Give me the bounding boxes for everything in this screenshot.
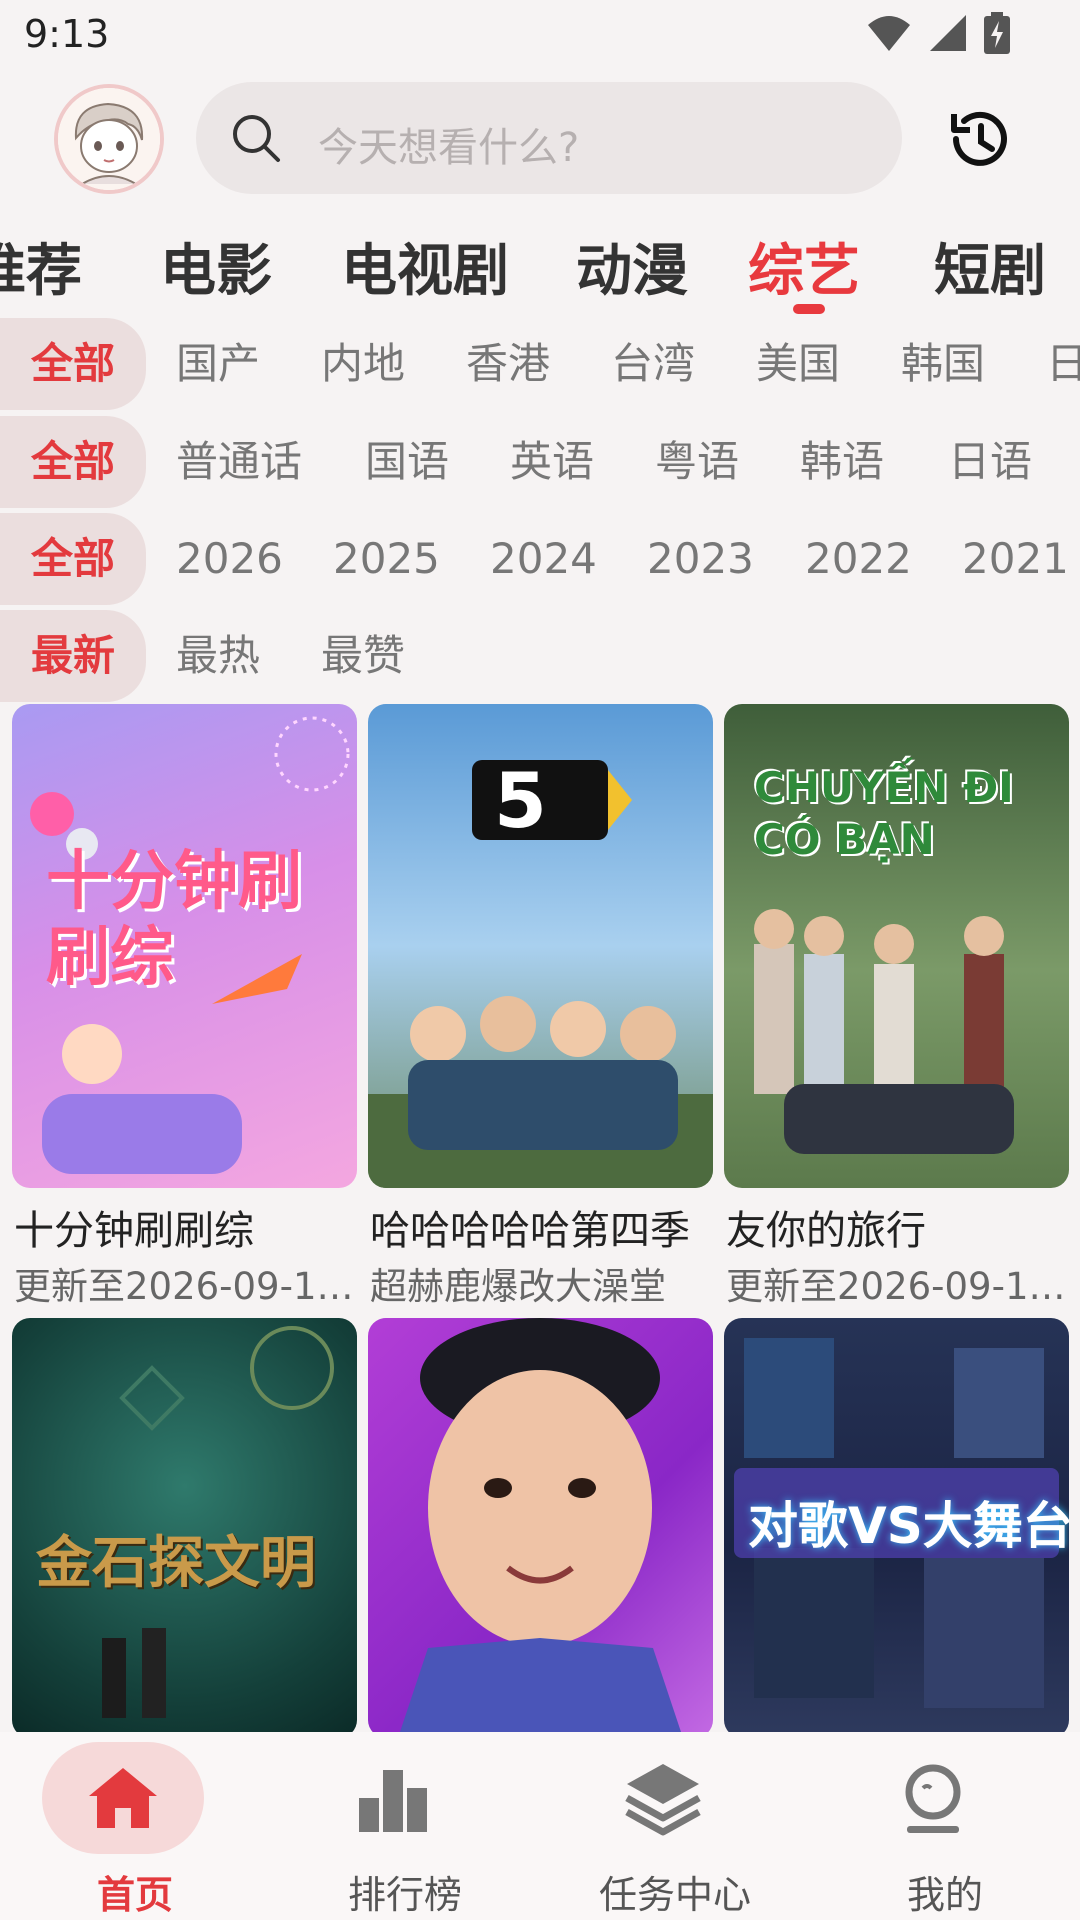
nav-item-profile[interactable]: 我的: [810, 1732, 1080, 1920]
tab-recommend[interactable]: 推荐: [0, 226, 82, 307]
poster-card[interactable]: CHUYẾN ĐI CÓ BẠN 友你的旅行 更新至2026-09-13期: [724, 704, 1071, 1308]
nav-label: 我的: [906, 1873, 983, 1917]
poster-card[interactable]: 5 哈哈哈哈哈第四季 超赫鹿爆改大澡堂: [368, 704, 713, 1308]
filter-chip[interactable]: 英语: [510, 416, 594, 508]
bar-chart-icon: [353, 1758, 433, 1838]
history-icon[interactable]: [944, 104, 1014, 174]
poster-image: [368, 1318, 713, 1738]
filter-row-sort: 最新 最热 最赞: [0, 610, 1080, 702]
battery-icon: [984, 12, 1010, 58]
poster-card[interactable]: 对歌VS大舞台: [724, 1318, 1069, 1738]
search-placeholder: 今天想看什么?: [318, 125, 580, 171]
filter-chip[interactable]: 2022: [805, 513, 912, 605]
card-subtitle: 更新至2026-09-13期: [726, 1265, 1071, 1308]
filter-chip-active[interactable]: 全部: [0, 318, 146, 410]
filter-chip[interactable]: 粤语: [655, 416, 739, 508]
poster-image: 金石探文明: [12, 1318, 357, 1738]
poster-card[interactable]: 金石探文明: [12, 1318, 357, 1738]
filter-chip[interactable]: 国产: [176, 318, 260, 410]
filter-chip-active[interactable]: 全部: [0, 513, 146, 605]
card-title: 哈哈哈哈哈第四季: [370, 1208, 690, 1254]
nav-item-home[interactable]: 首页: [0, 1732, 270, 1920]
category-tabs: 推荐 电影 电视剧 动漫 综艺 短剧: [0, 216, 1080, 316]
poster-image: 十分钟刷刷综: [12, 704, 357, 1188]
poster-title-art: 对歌VS大舞台: [748, 1497, 1069, 1555]
poster-title-art: CHUYẾN ĐI CÓ BẠN: [754, 763, 1014, 864]
filter-chip[interactable]: 日: [1046, 318, 1080, 410]
filter-chip-active[interactable]: 全部: [0, 416, 146, 508]
filter-row-year: 全部 2026 2025 2024 2023 2022 2021: [0, 513, 1080, 605]
filter-chip[interactable]: 台湾: [611, 318, 695, 410]
filter-chip[interactable]: 香港: [466, 318, 550, 410]
nav-item-ranking[interactable]: 排行榜: [270, 1732, 540, 1920]
avatar[interactable]: [54, 84, 164, 194]
nav-item-task-center[interactable]: 任务中心: [540, 1732, 810, 1920]
signal-icon: [928, 13, 968, 57]
filter-chip[interactable]: 2021: [962, 513, 1069, 605]
poster-card[interactable]: [368, 1318, 713, 1738]
poster-image: 5: [368, 704, 713, 1188]
layers-icon: [623, 1758, 703, 1838]
card-subtitle: 超赫鹿爆改大澡堂: [370, 1265, 666, 1308]
tab-movie[interactable]: 电影: [160, 226, 272, 307]
filter-chip[interactable]: 2026: [176, 513, 283, 605]
tab-tv-series[interactable]: 电视剧: [341, 226, 509, 307]
filter-chip[interactable]: 美国: [756, 318, 840, 410]
search-input[interactable]: 今天想看什么?: [196, 82, 902, 194]
filter-chip[interactable]: 2023: [647, 513, 754, 605]
status-bar: 9:13: [0, 0, 1080, 70]
filter-chip[interactable]: 内地: [321, 318, 405, 410]
filter-chip[interactable]: 日语: [948, 416, 1032, 508]
filter-chip[interactable]: 国语: [365, 416, 449, 508]
card-title: 友你的旅行: [726, 1208, 926, 1254]
poster-title-art: 十分钟刷刷综: [46, 845, 302, 995]
filter-chip[interactable]: 普通话: [176, 416, 302, 508]
card-title: 十分钟刷刷综: [14, 1208, 254, 1254]
profile-icon: [893, 1758, 973, 1838]
filter-chip[interactable]: 韩国: [901, 318, 985, 410]
status-time: 9:13: [24, 12, 110, 56]
card-subtitle: 更新至2026-09-11期: [14, 1265, 359, 1308]
home-icon: [83, 1758, 163, 1838]
nav-label: 首页: [96, 1873, 173, 1917]
filter-chip[interactable]: 2025: [333, 513, 440, 605]
active-tab-indicator: [793, 304, 825, 314]
search-icon: [230, 112, 282, 164]
poster-image: 对歌VS大舞台: [724, 1318, 1069, 1738]
filter-chip-active[interactable]: 最新: [0, 610, 146, 702]
wifi-icon: [866, 13, 912, 57]
bottom-nav: 首页 排行榜 任务中心 我的: [0, 1732, 1080, 1920]
tab-anime[interactable]: 动漫: [576, 226, 688, 307]
filter-chip[interactable]: 最热: [176, 610, 260, 702]
nav-label: 任务中心: [598, 1873, 751, 1917]
poster-title-art: 金石探文明: [36, 1531, 316, 1596]
filter-row-region: 全部 国产 内地 香港 台湾 美国 韩国 日: [0, 318, 1080, 410]
poster-card[interactable]: 十分钟刷刷综 十分钟刷刷综 更新至2026-09-11期: [12, 704, 359, 1308]
filter-chip[interactable]: 2024: [490, 513, 597, 605]
poster-title-art: 5: [494, 756, 547, 845]
poster-image: CHUYẾN ĐI CÓ BẠN: [724, 704, 1069, 1188]
filter-chip[interactable]: 韩语: [800, 416, 884, 508]
nav-label: 排行榜: [347, 1873, 462, 1917]
filter-row-language: 全部 普通话 国语 英语 粤语 韩语 日语: [0, 416, 1080, 508]
tab-variety[interactable]: 综艺: [748, 226, 860, 307]
status-icons: [866, 12, 1010, 58]
tab-short-drama[interactable]: 短剧: [934, 226, 1046, 307]
filter-chip[interactable]: 最赞: [321, 610, 405, 702]
